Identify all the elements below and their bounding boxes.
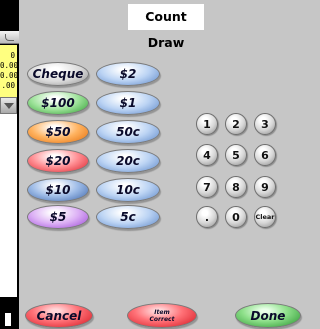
button-label-line: Correct [149,315,175,323]
button-label: 5c [120,210,136,224]
side-totals-panel: 0 0.00 0.00 .00 [0,45,17,97]
key-label: 9 [261,180,269,194]
keypad-6[interactable]: 6 [254,144,276,166]
back-arrow-icon[interactable] [0,31,19,44]
key-label: 8 [232,180,240,194]
cancel-button[interactable]: Cancel [25,303,93,328]
keypad-8[interactable]: 8 [225,176,247,198]
keypad-4[interactable]: 4 [196,144,218,166]
button-label: 20c [116,154,140,168]
keypad-5[interactable]: 5 [225,144,247,166]
done-button[interactable]: Done [235,303,301,328]
button-label: Item Correct [150,309,175,323]
button-label: Done [250,308,286,323]
key-label: 2 [232,117,240,131]
key-label: 7 [203,180,211,194]
button-label: 50c [116,125,140,139]
side-marker [5,313,11,326]
keypad-3[interactable]: 3 [254,113,276,135]
side-value: 0.00 [0,61,17,70]
button-label: $20 [45,154,71,168]
20-cent-button[interactable]: 20c [96,149,160,173]
key-label: 3 [261,117,269,131]
keypad-decimal[interactable]: . [196,206,218,228]
button-label: $2 [119,67,137,81]
key-label: 4 [203,148,211,162]
button-label: 10c [116,183,140,197]
5-cent-button[interactable]: 5c [96,205,160,229]
keypad-9[interactable]: 9 [254,176,276,198]
100-dollar-button[interactable]: $100 [27,91,89,115]
keypad-2[interactable]: 2 [225,113,247,135]
key-label: . [204,210,210,224]
page-title: Count Draw [128,4,204,50]
item-correct-button[interactable]: Item Correct [127,303,197,328]
cheque-button[interactable]: Cheque [27,62,89,86]
2-dollar-button[interactable]: $2 [96,62,160,86]
side-value: .00 [1,81,15,90]
key-label: 6 [261,148,269,162]
button-label: $10 [45,183,71,197]
10-dollar-button[interactable]: $10 [27,178,89,202]
scroll-down-icon[interactable] [0,97,17,114]
50-cent-button[interactable]: 50c [96,120,160,144]
button-label: Cancel [36,308,82,323]
5-dollar-button[interactable]: $5 [27,205,89,229]
key-label: 5 [232,148,240,162]
50-dollar-button[interactable]: $50 [27,120,89,144]
key-label: 1 [203,117,211,131]
side-list [0,97,17,297]
10-cent-button[interactable]: 10c [96,178,160,202]
key-label: Clear [255,213,275,221]
button-label: $5 [49,210,67,224]
20-dollar-button[interactable]: $20 [27,149,89,173]
button-label-line: Item [154,308,170,316]
keypad-clear-button[interactable]: Clear [254,206,276,228]
keypad-1[interactable]: 1 [196,113,218,135]
button-label: Cheque [32,67,84,81]
button-label: $1 [119,96,137,110]
side-value: 0.00 [0,71,17,80]
side-value: 0 [10,51,15,60]
1-dollar-button[interactable]: $1 [96,91,160,115]
keypad-0[interactable]: 0 [225,206,247,228]
keypad-7[interactable]: 7 [196,176,218,198]
button-label: $100 [41,96,75,110]
button-label: $50 [45,125,71,139]
key-label: 0 [232,210,240,224]
